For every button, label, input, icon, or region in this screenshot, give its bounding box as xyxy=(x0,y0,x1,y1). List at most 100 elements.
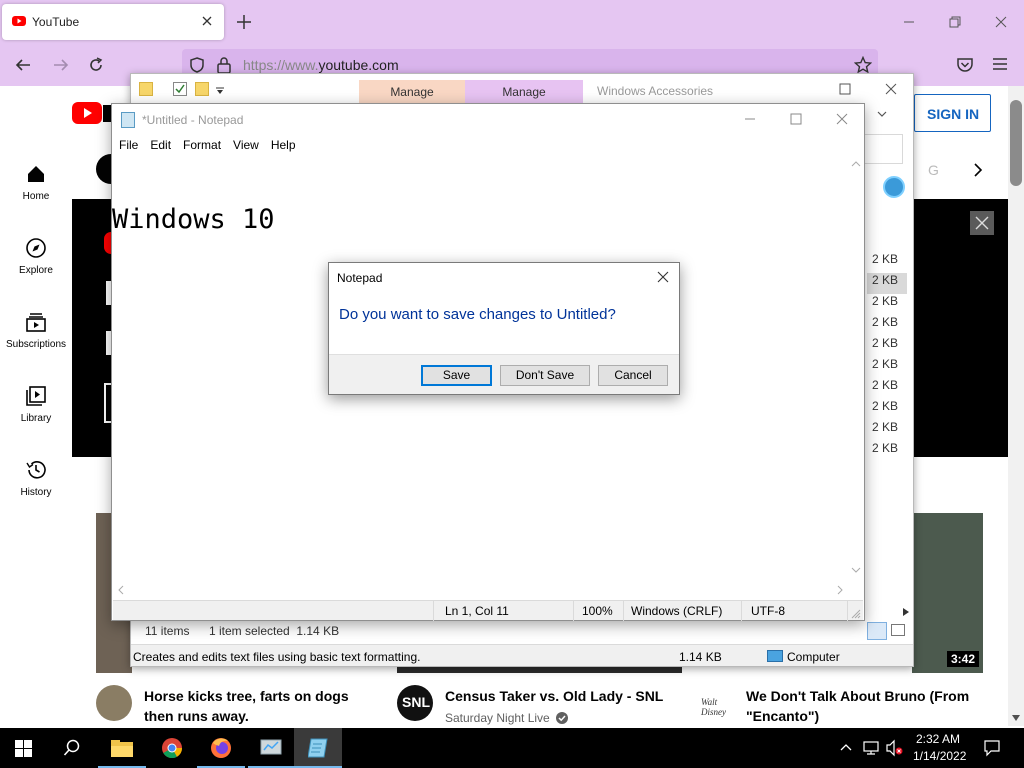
pocket-icon[interactable] xyxy=(956,56,974,74)
search-icon[interactable] xyxy=(63,739,81,757)
bookmark-star-icon[interactable] xyxy=(854,56,872,74)
notifications-icon[interactable] xyxy=(983,739,1001,757)
file-size[interactable]: 2 KB xyxy=(867,399,907,420)
restore-icon[interactable] xyxy=(948,15,962,29)
scroll-up-icon[interactable] xyxy=(848,158,864,170)
video-title[interactable]: Census Taker vs. Old Lady - SNL xyxy=(445,686,685,706)
scroll-right-icon[interactable] xyxy=(834,582,846,598)
menu-hamburger-icon[interactable] xyxy=(992,56,1008,72)
cancel-button[interactable]: Cancel xyxy=(598,365,668,386)
file-size[interactable]: 2 KB xyxy=(867,420,907,441)
new-tab-icon[interactable] xyxy=(236,14,252,30)
customize-qat-icon[interactable] xyxy=(215,86,225,96)
file-size[interactable]: 2 KB xyxy=(867,252,907,273)
youtube-logo-icon[interactable] xyxy=(72,102,112,124)
control-panel-icon[interactable] xyxy=(248,728,294,768)
file-size[interactable]: 2 KB xyxy=(867,273,907,294)
network-icon[interactable] xyxy=(862,739,880,757)
video-title[interactable]: Horse kicks tree, farts on dogs then run… xyxy=(144,686,374,726)
scroll-down-icon[interactable] xyxy=(848,564,864,576)
firefox-icon[interactable] xyxy=(197,728,245,768)
sign-in-button[interactable]: SIGN IN xyxy=(914,94,991,132)
snl-channel-avatar[interactable]: SNL xyxy=(397,685,433,721)
properties-icon[interactable] xyxy=(173,82,187,96)
show-hidden-icons-icon[interactable] xyxy=(840,742,852,752)
items-count: 11 items xyxy=(145,624,190,638)
notepad-taskbar-icon[interactable] xyxy=(294,728,342,768)
details-view-icon[interactable] xyxy=(867,622,887,640)
file-size[interactable]: 2 KB xyxy=(867,357,907,378)
menu-format[interactable]: Format xyxy=(183,138,221,152)
notepad-maximize-icon[interactable] xyxy=(790,113,802,125)
ribbon-tab-manage[interactable]: Manage xyxy=(465,80,583,105)
vertical-scrollbar[interactable] xyxy=(848,154,864,582)
volume-muted-icon[interactable] xyxy=(885,739,903,757)
explorer-maximize-icon[interactable] xyxy=(839,83,851,95)
chrome-icon[interactable] xyxy=(161,737,183,759)
menu-edit[interactable]: Edit xyxy=(150,138,171,152)
chips-next-icon[interactable] xyxy=(972,162,984,178)
reload-icon[interactable] xyxy=(87,56,105,74)
minimize-icon[interactable] xyxy=(902,15,916,29)
file-size[interactable]: 2 KB xyxy=(867,378,907,399)
menu-view[interactable]: View xyxy=(233,138,259,152)
browser-tab-youtube[interactable]: YouTube xyxy=(2,4,224,40)
lock-icon[interactable] xyxy=(216,56,232,74)
horizontal-scrollbar[interactable] xyxy=(112,582,848,598)
sidebar-item-explore[interactable]: Explore xyxy=(0,237,72,276)
video-channel[interactable]: Saturday Night Live xyxy=(445,711,569,725)
sidebar-item-label: Explore xyxy=(19,265,53,276)
sidebar-item-home[interactable]: Home xyxy=(0,163,72,202)
scroll-right-icon[interactable] xyxy=(902,607,910,617)
explorer-close-icon[interactable] xyxy=(885,83,897,95)
status-location: Computer xyxy=(787,650,840,664)
channel-avatar[interactable] xyxy=(96,685,132,721)
video-thumbnail[interactable] xyxy=(397,666,682,673)
save-button[interactable]: Save xyxy=(421,365,492,386)
file-size[interactable]: 2 KB xyxy=(867,294,907,315)
dialog-close-icon[interactable] xyxy=(657,271,669,283)
ribbon-expand-icon[interactable] xyxy=(877,110,887,118)
ribbon-tab-manage[interactable]: Manage xyxy=(359,80,465,105)
search-box[interactable] xyxy=(861,134,903,164)
file-size[interactable]: 2 KB xyxy=(867,315,907,336)
scrollbar-thumb[interactable] xyxy=(1010,100,1022,186)
forward-icon[interactable] xyxy=(52,56,70,74)
clock-date[interactable]: 1/14/2022 xyxy=(913,749,966,763)
banner-close-icon[interactable] xyxy=(970,211,994,235)
start-windows-icon[interactable] xyxy=(15,740,32,757)
compass-icon xyxy=(26,238,46,258)
sign-in-label: SIGN IN xyxy=(927,106,980,122)
large-icons-view-icon[interactable] xyxy=(891,624,905,636)
folder-icon xyxy=(139,82,153,96)
sidebar-item-library[interactable]: Library xyxy=(0,385,72,424)
close-window-icon[interactable] xyxy=(994,15,1008,29)
clock-time[interactable]: 2:32 AM xyxy=(916,732,960,746)
notepad-minimize-icon[interactable] xyxy=(744,113,756,125)
notepad-close-icon[interactable] xyxy=(836,113,848,125)
sidebar-item-subscriptions[interactable]: Subscriptions xyxy=(0,311,72,350)
menu-help[interactable]: Help xyxy=(271,138,296,152)
disney-logo-icon: Walt Disney xyxy=(701,697,726,717)
scroll-down-icon[interactable] xyxy=(1011,714,1021,722)
taskbar: 2:32 AM 1/14/2022 xyxy=(0,728,1024,768)
url-text[interactable]: https://www.youtube.com xyxy=(243,57,399,73)
encoding: UTF-8 xyxy=(751,604,785,618)
new-folder-icon[interactable] xyxy=(195,82,209,96)
file-explorer-taskbar-icon[interactable] xyxy=(98,728,146,768)
sidebar-item-history[interactable]: History xyxy=(0,459,72,498)
disney-channel-avatar[interactable]: Walt Disney xyxy=(698,685,734,721)
home-icon xyxy=(28,166,44,182)
back-icon[interactable] xyxy=(14,56,32,74)
video-title[interactable]: We Don't Talk About Bruno (From "Encanto… xyxy=(746,686,986,726)
video-thumbnail[interactable]: 3:42 xyxy=(912,513,983,673)
tracking-shield-icon[interactable] xyxy=(188,56,206,74)
scroll-left-icon[interactable] xyxy=(115,582,127,598)
resize-grip-icon[interactable] xyxy=(851,609,861,619)
dont-save-button[interactable]: Don't Save xyxy=(500,365,590,386)
channel-name: Saturday Night Live xyxy=(445,711,550,725)
close-tab-icon[interactable] xyxy=(200,14,214,28)
file-size[interactable]: 2 KB xyxy=(867,441,907,462)
file-size[interactable]: 2 KB xyxy=(867,336,907,357)
menu-file[interactable]: File xyxy=(119,138,138,152)
